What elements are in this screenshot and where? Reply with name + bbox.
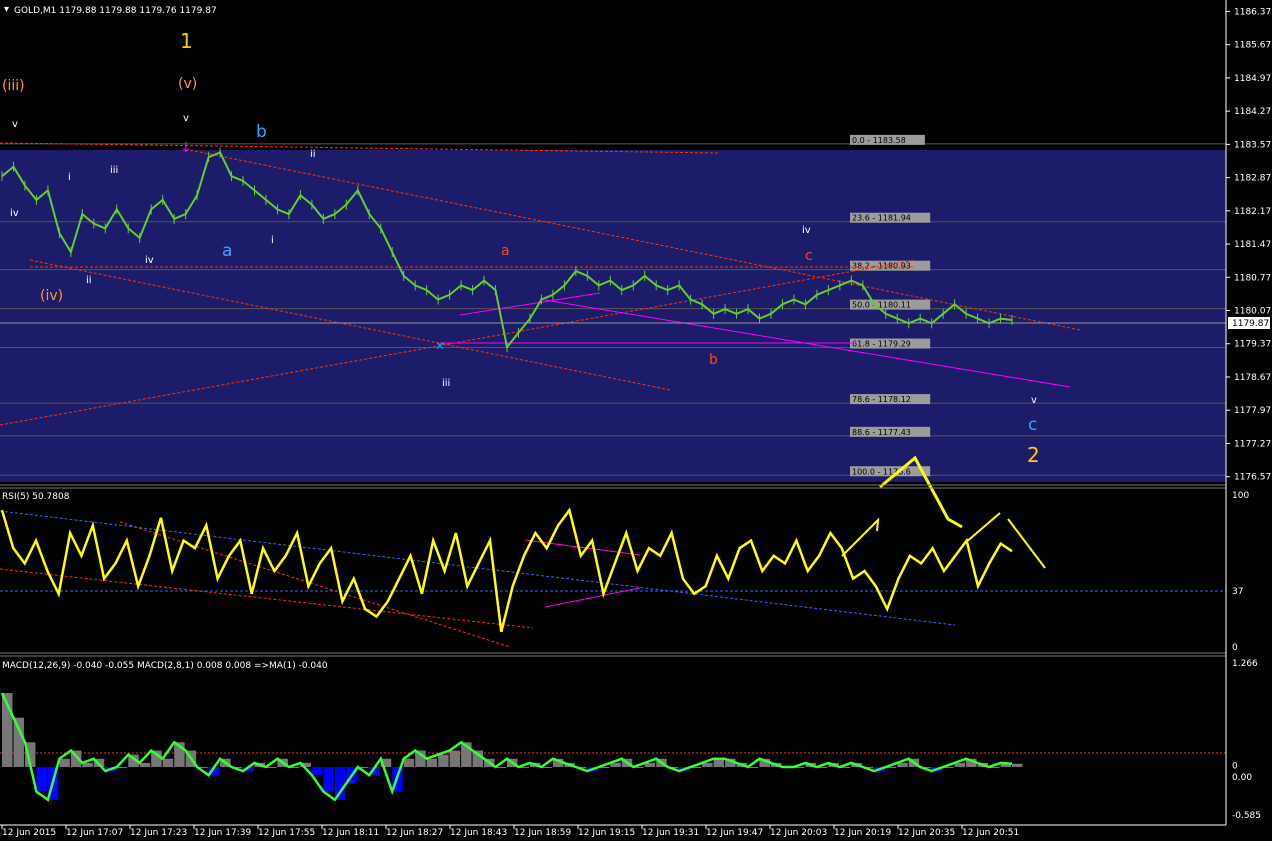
macd-bar	[438, 754, 449, 767]
current-price-label: 1179.87	[1232, 319, 1269, 329]
up-arrow-icon: ✕	[435, 339, 445, 353]
macd-bar	[426, 758, 438, 767]
wave-label: a	[501, 243, 510, 259]
macd-tick-label: 0.00	[1232, 773, 1252, 783]
price-tick-label: 1176.57	[1234, 473, 1271, 483]
wave-label: i	[68, 172, 71, 183]
macd-bar	[162, 758, 174, 767]
time-tick-label: 12 Jun 19:15	[578, 828, 635, 838]
wave-label: a	[222, 241, 232, 261]
price-tick-label: 1183.57	[1234, 140, 1271, 150]
macd-bar	[13, 717, 24, 767]
time-tick-label: 12 Jun 18:27	[386, 828, 443, 838]
rsi-header: RSI(5) 50.7808	[2, 492, 70, 502]
wave-label: iii	[442, 378, 450, 389]
fib-level-label: 50.0 - 1180.11	[852, 301, 911, 310]
fib-level-label: 61.8 - 1179.29	[852, 340, 911, 349]
wave-label: v	[12, 119, 18, 130]
macd-bar	[449, 750, 461, 767]
price-tick-label: 1181.47	[1234, 240, 1271, 250]
macd-bar	[1012, 763, 1023, 767]
macd-tick-label: 0	[1232, 761, 1238, 771]
macd-tick-label: 1.266	[1232, 659, 1258, 669]
price-tick-label: 1178.67	[1234, 373, 1271, 383]
time-tick-label: 12 Jun 20:51	[962, 828, 1019, 838]
wave-label: v	[183, 113, 189, 124]
price-tick-label: 1177.27	[1234, 439, 1271, 449]
wave-label: 2	[1027, 443, 1040, 467]
price-tick-label: 1184.97	[1234, 74, 1271, 84]
wave-label: iv	[145, 255, 154, 266]
time-tick-label: 12 Jun 17:39	[194, 828, 251, 838]
fib-level-label: 0.0 - 1183.58	[852, 136, 906, 145]
price-tick-label: 1180.77	[1234, 273, 1271, 283]
fib-level-label: 78.6 - 1178.12	[852, 395, 911, 404]
wave-label: (iv)	[40, 288, 63, 304]
wave-label: iii	[110, 165, 118, 176]
wave-label: (v)	[178, 76, 197, 92]
price-tick-label: 1180.07	[1234, 307, 1271, 317]
macd-bar	[323, 766, 334, 792]
macd-bar	[403, 758, 415, 767]
wave-label: c	[805, 248, 813, 264]
chevron-down-icon[interactable]: ▾	[4, 4, 9, 15]
macd-header: MACD(12,26,9) -0.040 -0.055 MACD(2,8,1) …	[2, 661, 328, 671]
time-tick-label: 12 Jun 17:55	[258, 828, 315, 838]
macd-bar	[36, 766, 47, 792]
wave-label: 1	[180, 29, 193, 53]
price-tick-label: 1182.87	[1234, 174, 1271, 184]
price-tick-label: 1185.67	[1234, 41, 1271, 51]
macd-bar	[334, 766, 346, 800]
rsi-tick-label: 0	[1232, 643, 1238, 653]
fib-level-label: 88.6 - 1177.43	[852, 428, 911, 437]
rsi-tick-label: 100	[1232, 491, 1249, 501]
time-tick-label: 12 Jun 18:59	[514, 828, 571, 838]
wave-label: ii	[86, 275, 92, 286]
time-tick-label: 12 Jun 19:47	[706, 828, 763, 838]
wave-label: b	[256, 122, 267, 142]
wave-label: (iii)	[2, 78, 25, 94]
macd-bar	[59, 758, 70, 767]
header-symbol: GOLD,M1 1179.88 1179.88 1179.76 1179.87	[14, 6, 217, 16]
time-tick-label: 12 Jun 2015	[2, 828, 56, 838]
price-tick-label: 1177.97	[1234, 406, 1271, 416]
rsi-tick-label: 37	[1232, 587, 1243, 597]
macd-tick-label: -0.585	[1232, 811, 1261, 821]
macd-bar	[713, 758, 725, 767]
time-tick-label: 12 Jun 17:23	[130, 828, 187, 838]
time-tick-label: 12 Jun 18:11	[322, 828, 379, 838]
down-arrow-icon: ↓	[180, 140, 192, 156]
chart-canvas: 0.0 - 1183.5823.6 - 1181.9438.2 - 1180.9…	[0, 0, 1272, 841]
wave-label: ii	[310, 149, 316, 160]
wave-label: v	[1031, 395, 1037, 406]
fib-level-label: 23.6 - 1181.94	[852, 214, 911, 223]
wave-label: c	[1028, 415, 1037, 435]
time-tick-label: 12 Jun 20:19	[834, 828, 891, 838]
wave-label: iv	[802, 225, 811, 236]
time-tick-label: 12 Jun 20:35	[898, 828, 955, 838]
time-tick-label: 12 Jun 19:31	[642, 828, 699, 838]
fib-zone	[0, 150, 1226, 482]
time-tick-label: 12 Jun 20:03	[770, 828, 827, 838]
price-tick-label: 1182.17	[1234, 207, 1271, 217]
wave-label: b	[709, 352, 718, 368]
macd-bar	[311, 766, 323, 776]
wave-label: iv	[10, 208, 19, 219]
time-tick-label: 12 Jun 17:07	[66, 828, 123, 838]
price-tick-label: 1179.37	[1234, 340, 1271, 350]
time-tick-label: 12 Jun 18:43	[450, 828, 507, 838]
macd-bar	[139, 762, 151, 767]
price-tick-label: 1184.27	[1234, 107, 1271, 117]
price-tick-label: 1186.37	[1234, 7, 1271, 17]
wave-label: i	[271, 235, 274, 246]
